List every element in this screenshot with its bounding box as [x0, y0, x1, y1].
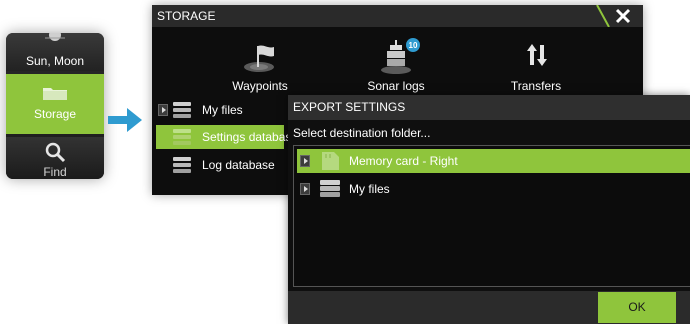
- database-icon: [173, 157, 191, 173]
- ok-button[interactable]: OK: [598, 292, 676, 323]
- destination-label: Memory card - Right: [349, 154, 458, 168]
- export-settings-dialog: EXPORT SETTINGS Select destination folde…: [288, 95, 690, 324]
- menu-item-label: Find: [43, 165, 67, 179]
- dialog-footer: OK: [288, 291, 690, 324]
- tile-label: Sonar logs: [367, 79, 425, 93]
- magnifier-icon: [45, 142, 66, 163]
- file-row-label: Settings database: [202, 130, 299, 144]
- menu-item-find[interactable]: Find: [6, 137, 104, 179]
- database-icon: [173, 102, 191, 118]
- storage-title-bar: STORAGE: [152, 5, 643, 27]
- menu-item-storage[interactable]: Storage: [6, 74, 104, 134]
- memory-card-icon: [322, 152, 339, 170]
- database-icon: [320, 180, 340, 197]
- sonar-logs-tile[interactable]: 10 Sonar logs: [346, 27, 446, 97]
- mini-menu: Sun, Moon Storage Find: [6, 33, 104, 179]
- file-row-my-files[interactable]: My files: [156, 98, 284, 122]
- waypoint-flag-icon: [244, 45, 274, 72]
- destination-label: My files: [349, 182, 390, 196]
- file-row-settings-database[interactable]: Settings database: [156, 125, 298, 149]
- expand-toggle[interactable]: [300, 183, 310, 195]
- export-subtitle: Select destination folder...: [293, 126, 431, 140]
- storage-title: STORAGE: [157, 9, 216, 23]
- sun-moon-icon: [45, 33, 65, 41]
- tile-label: Waypoints: [232, 79, 288, 93]
- menu-item-sun-moon[interactable]: Sun, Moon: [6, 33, 104, 71]
- expand-toggle[interactable]: [158, 104, 168, 116]
- destination-row-memory-card[interactable]: Memory card - Right: [297, 149, 690, 173]
- tile-label: Transfers: [510, 79, 562, 93]
- arrow-right-icon: [108, 108, 142, 132]
- accent-slash-icon: [596, 5, 610, 27]
- sonar-badge-icon: 10: [406, 38, 420, 52]
- file-row-label: My files: [202, 103, 243, 117]
- expand-toggle[interactable]: [300, 155, 310, 167]
- close-icon[interactable]: [613, 6, 633, 26]
- export-title-bar: EXPORT SETTINGS: [288, 95, 690, 120]
- menu-item-label: Storage: [33, 107, 77, 121]
- waypoints-tile[interactable]: Waypoints: [212, 27, 308, 97]
- database-icon: [173, 129, 191, 145]
- sonar-badge-count: 10: [409, 41, 418, 50]
- folder-icon: [43, 88, 67, 100]
- destination-row-my-files[interactable]: My files: [297, 177, 690, 201]
- file-row-label: Log database: [202, 158, 275, 172]
- transfers-tile[interactable]: Transfers: [488, 27, 584, 97]
- export-title: EXPORT SETTINGS: [293, 100, 406, 114]
- menu-item-label: Sun, Moon: [25, 54, 85, 68]
- file-row-log-database[interactable]: Log database: [156, 153, 284, 177]
- transfers-icon: [527, 44, 547, 66]
- destination-list: Memory card - Right My files: [293, 145, 690, 287]
